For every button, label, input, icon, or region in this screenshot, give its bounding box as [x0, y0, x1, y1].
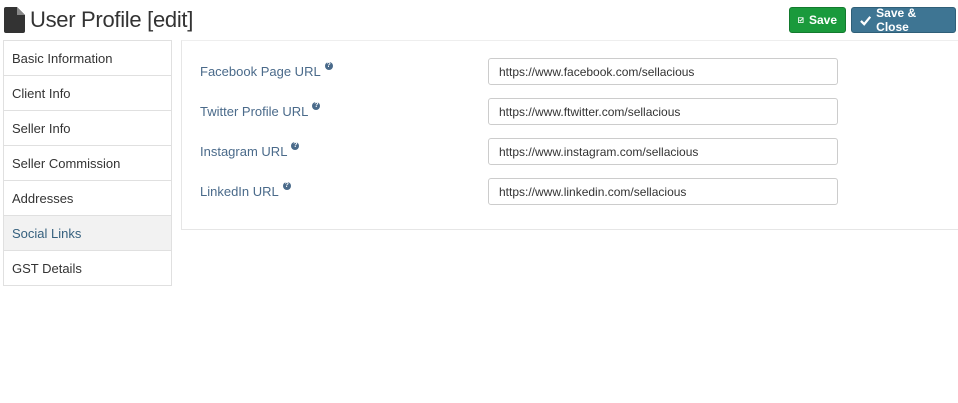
- linkedin-label-text: LinkedIn URL: [200, 184, 279, 199]
- twitter-label: Twitter Profile URL ?: [200, 102, 321, 119]
- facebook-label-text: Facebook Page URL: [200, 64, 321, 79]
- form-row-instagram: Instagram URL ?: [182, 138, 958, 165]
- sidebar-item-social-links[interactable]: Social Links: [4, 215, 171, 250]
- facebook-label: Facebook Page URL ?: [200, 62, 333, 79]
- twitter-url-input[interactable]: [488, 98, 838, 125]
- form-row-twitter: Twitter Profile URL ?: [182, 98, 958, 125]
- instagram-label: Instagram URL ?: [200, 142, 300, 159]
- sidebar-item-basic-information[interactable]: Basic Information: [4, 40, 171, 75]
- linkedin-url-input[interactable]: [488, 178, 838, 205]
- edit-check-icon: [798, 17, 804, 23]
- question-icon[interactable]: ?: [324, 62, 333, 70]
- sidebar-item-addresses[interactable]: Addresses: [4, 180, 171, 215]
- linkedin-label: LinkedIn URL ?: [200, 182, 291, 199]
- question-icon[interactable]: ?: [282, 182, 291, 190]
- form-row-linkedin: LinkedIn URL ?: [182, 178, 958, 205]
- facebook-url-input[interactable]: [488, 58, 838, 85]
- question-icon[interactable]: ?: [312, 102, 321, 110]
- sidebar: Basic Information Client Info Seller Inf…: [3, 40, 172, 286]
- sidebar-item-seller-commission[interactable]: Seller Commission: [4, 145, 171, 180]
- save-button-label: Save: [808, 13, 837, 27]
- form-row-facebook: Facebook Page URL ?: [182, 58, 958, 85]
- save-and-close-button[interactable]: Save & Close: [851, 6, 956, 34]
- save-and-close-button-label: Save & Close: [876, 6, 917, 34]
- toolbar: User Profile [edit] Save Save & Close: [0, 0, 958, 40]
- social-links-panel: Facebook Page URL ? Twitter Profile URL …: [181, 40, 958, 230]
- file-icon: [4, 7, 25, 33]
- save-button[interactable]: Save: [789, 7, 846, 33]
- question-icon[interactable]: ?: [291, 142, 300, 150]
- sidebar-item-client-info[interactable]: Client Info: [4, 75, 171, 110]
- sidebar-item-seller-info[interactable]: Seller Info: [4, 110, 171, 145]
- check-icon: [860, 15, 872, 26]
- page-title-text: User Profile [edit]: [30, 7, 194, 32]
- page-title: User Profile [edit]: [4, 7, 193, 33]
- sidebar-item-gst-details[interactable]: GST Details: [4, 250, 171, 285]
- twitter-label-text: Twitter Profile URL: [200, 104, 309, 119]
- instagram-label-text: Instagram URL: [200, 144, 288, 159]
- instagram-url-input[interactable]: [488, 138, 838, 165]
